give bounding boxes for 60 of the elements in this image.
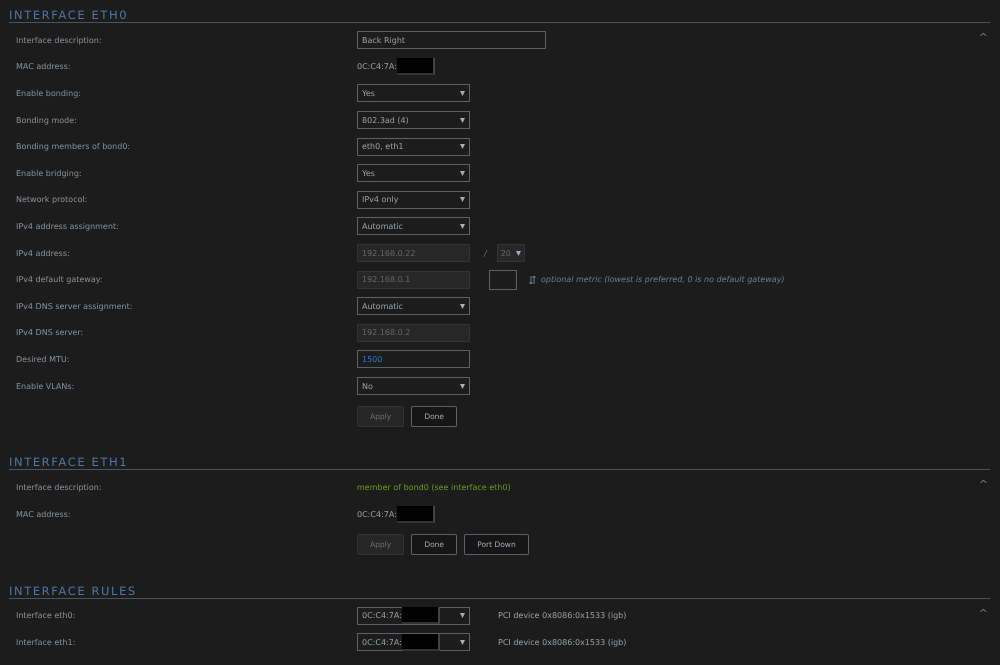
field-label: Interface description: <box>16 483 103 492</box>
dropdown-select[interactable]: Yes <box>357 164 470 182</box>
field-label: Interface eth1: <box>16 638 76 647</box>
dropdown-arrow-icon <box>460 90 465 96</box>
dropdown-select[interactable]: 802.3ad (4) <box>357 111 470 130</box>
redacted-block <box>396 506 435 523</box>
redacted-block <box>402 634 440 651</box>
redacted-block <box>402 607 440 624</box>
mac-address: 0C:C4:7A: <box>357 62 397 72</box>
dropdown-arrow-icon <box>460 224 465 229</box>
dropdown-arrow-icon <box>460 613 465 618</box>
text-field[interactable]: Back Right <box>357 31 546 50</box>
dropdown-select[interactable]: Automatic <box>357 217 470 236</box>
field-label: Network protocol: <box>16 195 88 204</box>
field-label: Desired MTU: <box>16 354 70 364</box>
dropdown-select[interactable]: IPv4 only <box>357 190 470 209</box>
field-label: IPv4 DNS server: <box>16 328 84 338</box>
mac-select[interactable]: 0C:C4:7A: <box>357 606 470 625</box>
dropdown-arrow-icon <box>460 197 465 202</box>
slash-separator: / <box>482 248 488 258</box>
field-label: IPv4 DNS server assignment: <box>16 302 134 311</box>
text-field[interactable]: 1500 <box>357 350 470 368</box>
dropdown-select[interactable]: No <box>357 377 470 396</box>
metric-field[interactable] <box>489 270 517 290</box>
field-label: Enable bonding: <box>16 88 82 98</box>
section-title: INTERFACE ETH0 <box>9 7 130 22</box>
bond-member-note: member of bond0 (see interface eth0) <box>357 483 511 492</box>
section-title: INTERFACE RULES <box>9 582 138 598</box>
mac-select[interactable]: 0C:C4:7A: <box>357 633 470 652</box>
field-label: Enable bridging: <box>16 168 83 178</box>
dropdown-select[interactable]: Yes <box>357 84 470 102</box>
dropdown-arrow-icon <box>460 118 465 123</box>
dropdown-arrow-icon <box>460 640 465 645</box>
field-label: MAC address: <box>16 62 72 72</box>
field-label: IPv4 address: <box>16 248 71 258</box>
collapse-button[interactable]: ^ <box>978 606 988 620</box>
dropdown-arrow-icon <box>460 170 465 176</box>
dropdown-arrow-icon <box>460 144 465 150</box>
field-label: Bonding members of bond0: <box>16 142 132 152</box>
metric-hint: optional metric (lowest is preferred, 0 is no default gateway) <box>541 275 785 284</box>
dropdown-select[interactable]: eth0, eth1 <box>357 138 470 156</box>
field-label: Interface eth0: <box>16 611 76 620</box>
field-label: Interface description: <box>16 36 103 45</box>
section-title: INTERFACE ETH1 <box>9 454 130 470</box>
pci-device-info: PCI device 0x8086:0x1533 (igb) <box>498 611 626 620</box>
dropdown-arrow-icon <box>460 384 465 389</box>
pci-device-info: PCI device 0x8086:0x1533 (igb) <box>498 638 626 647</box>
field-label: IPv4 address assignment: <box>16 222 120 231</box>
dropdown-select[interactable]: Automatic <box>357 297 470 316</box>
mac-address: 0C:C4:7A: <box>357 510 397 519</box>
field-label: Enable VLANs: <box>16 382 76 391</box>
field-label: Bonding mode: <box>16 116 78 125</box>
field-label: IPv4 default gateway: <box>16 275 104 284</box>
collapse-button[interactable]: ^ <box>978 31 988 44</box>
dropdown-arrow-icon <box>516 250 521 256</box>
sort-icon <box>529 276 536 284</box>
field-label: MAC address: <box>16 510 72 519</box>
collapse-button[interactable]: ^ <box>978 478 988 492</box>
redacted-block <box>396 58 435 76</box>
dropdown-arrow-icon <box>460 304 465 309</box>
